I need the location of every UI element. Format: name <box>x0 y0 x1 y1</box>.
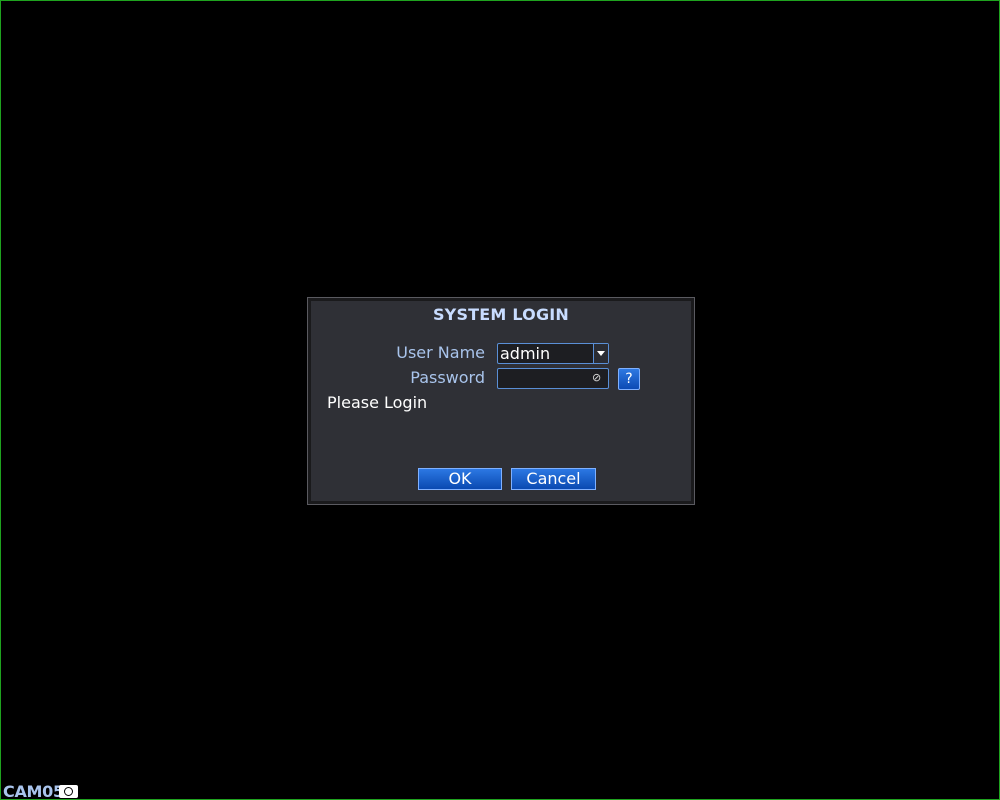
camera-label: CAM05 <box>3 782 64 800</box>
login-dialog: SYSTEM LOGIN User Name admin Password ⊘ … <box>307 297 695 505</box>
screen: SYSTEM LOGIN User Name admin Password ⊘ … <box>0 0 1000 800</box>
chevron-down-icon[interactable] <box>593 344 608 363</box>
camera-icon <box>59 785 78 798</box>
login-status: Please Login <box>327 393 428 412</box>
user-name-label: User Name <box>396 343 485 362</box>
password-label: Password <box>410 368 485 387</box>
dialog-title: SYSTEM LOGIN <box>432 305 570 324</box>
password-field[interactable]: ⊘ <box>497 368 609 389</box>
user-name-value: admin <box>500 344 551 363</box>
cancel-button[interactable]: Cancel <box>511 468 596 490</box>
user-name-select[interactable]: admin <box>497 343 609 364</box>
eye-off-icon[interactable]: ⊘ <box>592 372 605 384</box>
help-button[interactable]: ? <box>618 368 640 390</box>
ok-button[interactable]: OK <box>418 468 502 490</box>
